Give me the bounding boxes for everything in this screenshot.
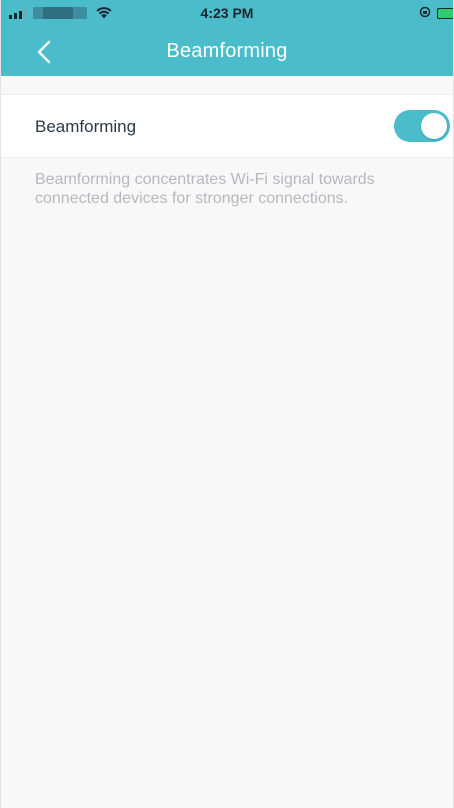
beamforming-description: Beamforming concentrates Wi-Fi signal to… [35,171,375,207]
page-title: Beamforming [166,40,288,62]
beamforming-label: Beamforming [35,117,137,136]
header: 4:23 PM Beamforming [1,0,453,76]
app-screen: 4:23 PM Beamforming Beamforming Beamform… [0,0,454,808]
nav-bar: Beamforming [1,26,453,76]
toggle-knob [421,113,447,139]
beamforming-setting-row: Beamforming [1,94,453,158]
rotation-lock-icon [419,6,431,18]
status-bar: 4:23 PM [1,0,453,26]
beamforming-toggle[interactable] [394,110,450,142]
status-time: 4:23 PM [200,5,254,21]
battery-charging-icon [437,8,453,19]
